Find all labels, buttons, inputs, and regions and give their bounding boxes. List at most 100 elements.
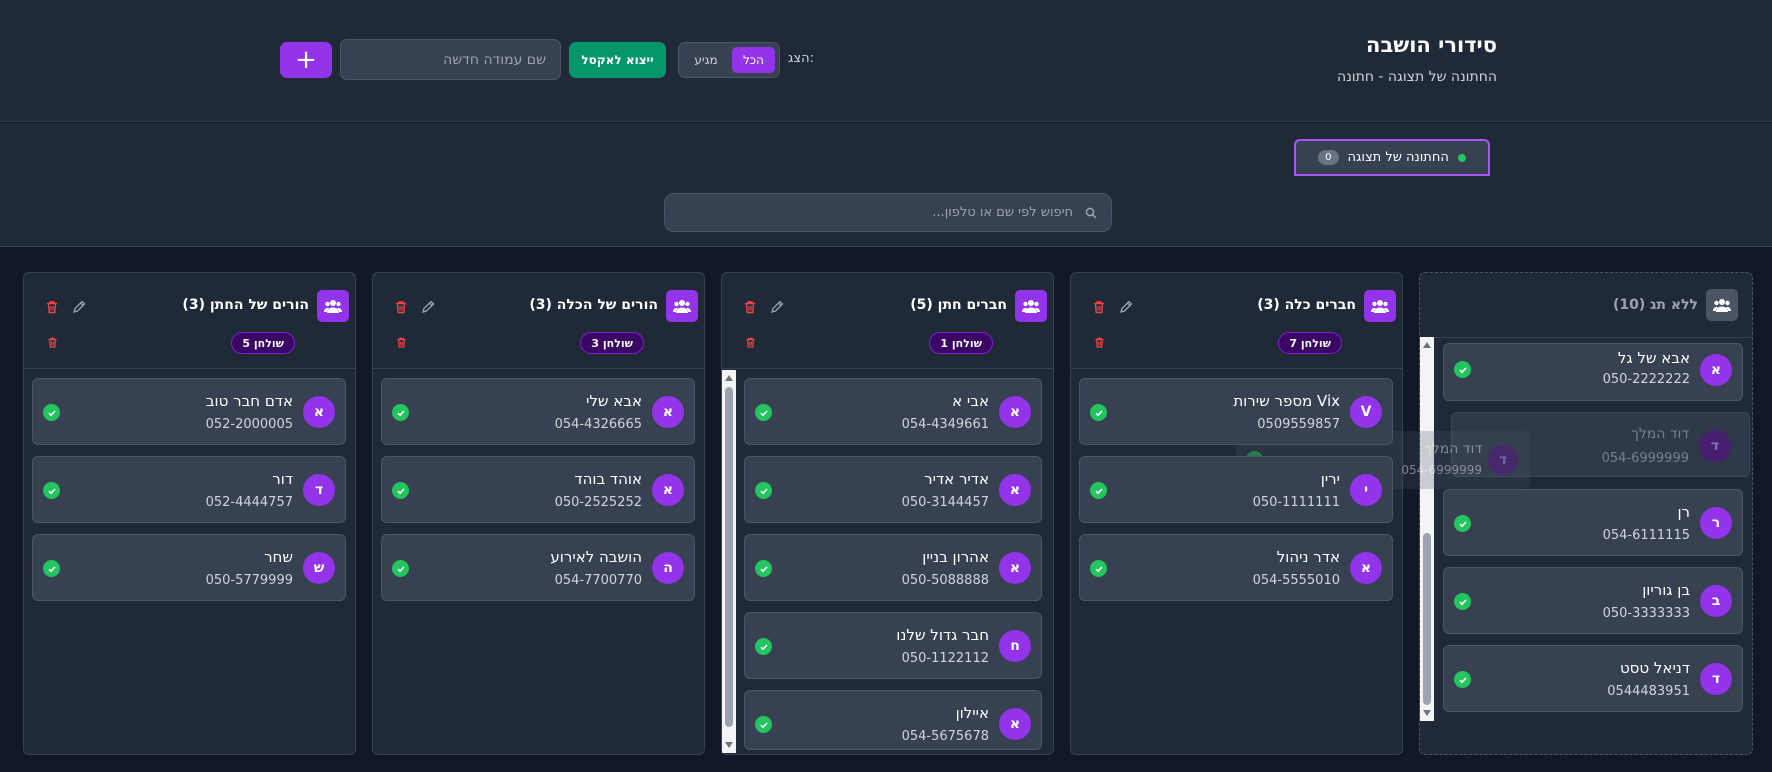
column-title: ללא תג (10) [1613,297,1698,313]
table-badge[interactable]: שולחן 5 [231,332,295,354]
guest-name: רן [1677,503,1690,521]
search-input[interactable] [665,194,1111,231]
delete-table-icon[interactable] [744,334,757,353]
guest-name: אבא שלי [585,392,642,410]
guest-card[interactable]: א אוהד בוהד 050-2525252 [381,456,695,523]
guest-avatar: ר [1700,507,1732,539]
check-icon [392,482,409,499]
guest-card[interactable]: א אבא של גל 050-2222222 [1443,343,1743,401]
delete-column-icon[interactable] [1091,299,1107,315]
guest-phone: 050-3144457 [901,495,989,510]
guest-avatar: א [1350,552,1382,584]
guest-name: אדר ניהול [1276,548,1340,566]
table-badge[interactable]: שולחן 1 [929,332,993,354]
edit-icon[interactable] [769,299,785,315]
delete-column-icon[interactable] [44,299,60,315]
guest-card[interactable]: ה הושבה לאירוע 054-7700770 [381,534,695,601]
guest-phone: 054-5675678 [901,729,989,744]
guest-phone: 050-1111111 [1252,495,1340,510]
column-header: ללא תג (10) [1420,273,1752,338]
guest-phone: 052-4444757 [205,495,293,510]
untagged-scrollbar[interactable] [1420,337,1434,721]
check-icon [1454,593,1471,610]
guest-phone: 054-6999999 [1401,463,1482,477]
guest-avatar: א [652,396,684,428]
edit-icon[interactable] [420,299,436,315]
guest-name: Vix מספר שירות [1233,392,1340,410]
check-icon [1454,515,1471,532]
delete-table-icon[interactable] [395,334,408,353]
guest-card[interactable]: ד דור 052-4444757 [32,456,346,523]
guest-avatar: ד [1700,663,1732,695]
column-title: הורים של החתן (3) [182,297,309,313]
guest-card[interactable]: א אבי א 054-4349661 [744,378,1042,445]
users-icon [1364,290,1396,322]
guest-card[interactable]: א אהרון בניין 050-5088888 [744,534,1042,601]
guest-phone: 050-5088888 [901,573,989,588]
filter-all-button[interactable]: הכל [732,47,775,73]
column-title: חברים חתן (5) [910,297,1007,313]
users-icon [317,290,349,322]
guest-avatar: א [999,552,1031,584]
scroll-down-arrow-icon[interactable] [1423,710,1431,716]
scroll-up-arrow-icon[interactable] [725,375,733,381]
guest-card[interactable]: ד דניאל טסט 0544483951 [1443,645,1743,712]
guest-phone: 052-2000005 [205,417,293,432]
guest-phone: 050-1122112 [901,651,989,666]
guest-name: איילון [955,704,989,722]
check-icon [755,482,772,499]
guest-name: אבי א [952,392,989,410]
guest-card[interactable]: V Vix מספר שירות 0509559857 [1079,378,1393,445]
scroll-down-arrow-icon[interactable] [725,742,733,748]
export-excel-button[interactable]: ייצוא לאקסל [569,42,666,78]
scroll-up-arrow-icon[interactable] [1423,342,1431,348]
new-column-input[interactable] [340,39,561,80]
groom-friends-scrollbar[interactable] [722,370,736,753]
guest-name: ירין [1320,470,1340,488]
guest-avatar: א [303,396,335,428]
check-icon [43,482,60,499]
guest-name: אדיר אדיר [924,470,989,488]
delete-column-icon[interactable] [393,299,409,315]
column-title: חברים כלה (3) [1257,297,1356,313]
add-column-button[interactable]: + [280,42,332,78]
guest-card[interactable]: א איילון 054-5675678 [744,690,1042,750]
status-dot-icon [1457,153,1466,162]
event-tab[interactable]: החתונה של תצוגה 0 [1294,139,1490,176]
scrollbar-thumb[interactable] [725,387,733,727]
guest-card[interactable]: ח חבר גדול שלנו 050-1122112 [744,612,1042,679]
page-title: סידורי הושבה [1366,33,1497,57]
column-title: הורים של הכלה (3) [529,297,658,313]
guest-card[interactable]: א אדר ניהול 054-5555010 [1079,534,1393,601]
scrollbar-thumb[interactable] [1423,533,1431,705]
guest-avatar: א [652,474,684,506]
guest-card[interactable]: י ירין 050-1111111 [1079,456,1393,523]
filter-label: הצג: [788,51,814,66]
delete-table-icon[interactable] [1093,334,1106,353]
filter-arriving-button[interactable]: מגיע [684,47,728,73]
edit-icon[interactable] [1118,299,1134,315]
guest-avatar: ד [1488,445,1518,475]
users-icon [1015,290,1047,322]
check-icon [392,560,409,577]
guest-avatar: ד [1699,430,1731,462]
guest-avatar: ח [999,630,1031,662]
guest-card[interactable]: א אדיר אדיר 050-3144457 [744,456,1042,523]
guest-card[interactable]: א אבא שלי 054-4326665 [381,378,695,445]
guest-avatar: א [1700,354,1732,386]
guest-phone: 050-2222222 [1602,372,1690,387]
guest-card[interactable]: א אדם חבר טוב 052-2000005 [32,378,346,445]
table-badge[interactable]: שולחן 7 [1278,332,1342,354]
delete-column-icon[interactable] [742,299,758,315]
guest-card[interactable]: ב בן גוריון 050-3333333 [1443,567,1743,634]
guest-name: אוהד בוהד [574,470,642,488]
guest-name: דוד המלך [1631,426,1689,442]
header: סידורי הושבה החתונה של תצוגה - חתונה הצג… [0,0,1772,122]
guest-card[interactable]: ר רן 054-6111115 [1443,489,1743,556]
guest-card[interactable]: ש שחר 050-5779999 [32,534,346,601]
edit-icon[interactable] [71,299,87,315]
table-badge[interactable]: שולחן 3 [580,332,644,354]
guest-name: בן גוריון [1642,581,1690,599]
delete-table-icon[interactable] [46,334,59,353]
column-header: חברים חתן (5) שולחן 1 [722,273,1053,369]
